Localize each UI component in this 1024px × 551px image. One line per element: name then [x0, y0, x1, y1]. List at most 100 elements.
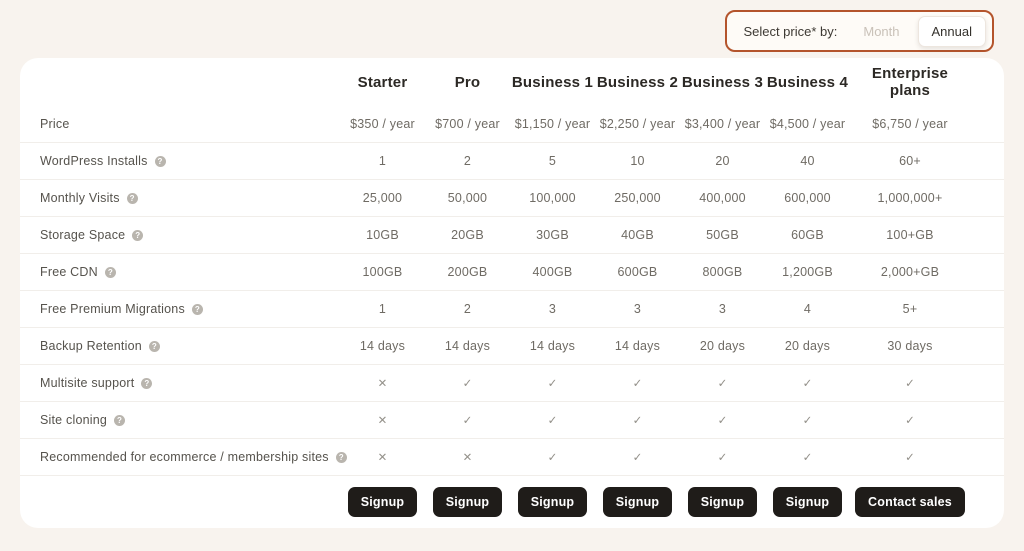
help-icon[interactable]: ? — [127, 193, 138, 204]
plan-value-cell: 20GB — [425, 228, 510, 242]
table-row: Recommended for ecommerce / membership s… — [20, 439, 1004, 476]
check-icon: ✓ — [765, 376, 850, 390]
cta-cell: Signup — [340, 487, 425, 517]
feature-label-cell: Recommended for ecommerce / membership s… — [20, 450, 340, 464]
plan-value-cell: 250,000 — [595, 191, 680, 205]
cross-icon: ✕ — [340, 376, 425, 390]
feature-label: Storage Space — [40, 228, 125, 242]
feature-label: Site cloning — [40, 413, 107, 427]
feature-label-cell: Price — [20, 117, 340, 131]
table-row: Multisite support?✕✓✓✓✓✓✓ — [20, 365, 1004, 402]
plan-value-cell: 600,000 — [765, 191, 850, 205]
plan-value-cell: 60GB — [765, 228, 850, 242]
plan-value-cell: $1,150 / year — [510, 117, 595, 131]
help-icon[interactable]: ? — [132, 230, 143, 241]
table-row: Backup Retention?14 days14 days14 days14… — [20, 328, 1004, 365]
cta-row: Signup Signup Signup Signup Signup Signup Cont… — [20, 476, 1004, 528]
check-icon: ✓ — [510, 450, 595, 464]
contact-sales-button[interactable]: Contact sales — [855, 487, 965, 517]
plan-value-cell: 400GB — [510, 265, 595, 279]
feature-label: Free Premium Migrations — [40, 302, 185, 316]
plan-value-cell: 1,000,000+ — [850, 191, 970, 205]
price-toggle-label: Select price* by: — [743, 24, 837, 39]
plan-value-cell: 30GB — [510, 228, 595, 242]
topbar: Select price* by: Month Annual — [0, 0, 1024, 58]
check-icon: ✓ — [680, 450, 765, 464]
plan-value-cell: 100+GB — [850, 228, 970, 242]
check-icon: ✓ — [595, 413, 680, 427]
check-icon: ✓ — [425, 413, 510, 427]
signup-button[interactable]: Signup — [433, 487, 503, 517]
help-icon[interactable]: ? — [149, 341, 160, 352]
signup-button[interactable]: Signup — [688, 487, 758, 517]
table-row: Storage Space?10GB20GB30GB40GB50GB60GB10… — [20, 217, 1004, 254]
plan-value-cell: 2,000+GB — [850, 265, 970, 279]
help-icon[interactable]: ? — [141, 378, 152, 389]
feature-label-cell: Backup Retention? — [20, 339, 340, 353]
pricing-table: StarterProBusiness 1Business 2Business 3… — [20, 58, 1004, 528]
plan-value-cell: 100GB — [340, 265, 425, 279]
plan-value-cell: $6,750 / year — [850, 117, 970, 131]
check-icon: ✓ — [850, 376, 970, 390]
plan-value-cell: 1 — [340, 154, 425, 168]
cta-cell: Signup — [425, 487, 510, 517]
plan-value-cell: 5+ — [850, 302, 970, 316]
signup-button[interactable]: Signup — [518, 487, 588, 517]
table-row: Site cloning?✕✓✓✓✓✓✓ — [20, 402, 1004, 439]
plan-value-cell: 200GB — [425, 265, 510, 279]
feature-label: Recommended for ecommerce / membership s… — [40, 450, 329, 464]
plan-value-cell: 20 days — [680, 339, 765, 353]
check-icon: ✓ — [850, 413, 970, 427]
table-row: Price$350 / year$700 / year$1,150 / year… — [20, 106, 1004, 143]
check-icon: ✓ — [595, 376, 680, 390]
plan-header-5: Business 3 — [680, 74, 765, 91]
check-icon: ✓ — [510, 376, 595, 390]
help-icon[interactable]: ? — [192, 304, 203, 315]
plan-header-row: StarterProBusiness 1Business 2Business 3… — [20, 58, 1004, 106]
plan-value-cell: 800GB — [680, 265, 765, 279]
table-row: Free CDN?100GB200GB400GB600GB800GB1,200G… — [20, 254, 1004, 291]
feature-label: Multisite support — [40, 376, 134, 390]
plan-header-1: Starter — [340, 74, 425, 91]
plan-header-4: Business 2 — [595, 74, 680, 91]
plan-value-cell: 1,200GB — [765, 265, 850, 279]
help-icon[interactable]: ? — [105, 267, 116, 278]
cta-cell: Signup — [765, 487, 850, 517]
plan-value-cell: 50GB — [680, 228, 765, 242]
plan-header-6: Business 4 — [765, 74, 850, 91]
help-icon[interactable]: ? — [114, 415, 125, 426]
toggle-option-annual[interactable]: Annual — [918, 16, 986, 47]
feature-label-cell: Monthly Visits? — [20, 191, 340, 205]
signup-button[interactable]: Signup — [348, 487, 418, 517]
plan-value-cell: 20 days — [765, 339, 850, 353]
signup-button[interactable]: Signup — [773, 487, 843, 517]
plan-header-7: Enterprise plans — [850, 65, 970, 99]
plan-value-cell: 3 — [680, 302, 765, 316]
plan-value-cell: 4 — [765, 302, 850, 316]
check-icon: ✓ — [510, 413, 595, 427]
plan-value-cell: 2 — [425, 302, 510, 316]
toggle-option-month[interactable]: Month — [863, 24, 899, 39]
plan-value-cell: 20 — [680, 154, 765, 168]
check-icon: ✓ — [680, 413, 765, 427]
signup-button[interactable]: Signup — [603, 487, 673, 517]
cta-cell: Contact sales — [850, 487, 970, 517]
plan-value-cell: 3 — [595, 302, 680, 316]
plan-value-cell: 25,000 — [340, 191, 425, 205]
cta-cell: Signup — [595, 487, 680, 517]
plan-value-cell: 100,000 — [510, 191, 595, 205]
plan-value-cell: 5 — [510, 154, 595, 168]
table-row: Free Premium Migrations?1233345+ — [20, 291, 1004, 328]
check-icon: ✓ — [765, 413, 850, 427]
cross-icon: ✕ — [425, 450, 510, 464]
help-icon[interactable]: ? — [155, 156, 166, 167]
plan-value-cell: 3 — [510, 302, 595, 316]
plan-value-cell: $350 / year — [340, 117, 425, 131]
check-icon: ✓ — [765, 450, 850, 464]
plan-value-cell: 30 days — [850, 339, 970, 353]
cta-cell: Signup — [680, 487, 765, 517]
feature-label-cell: Storage Space? — [20, 228, 340, 242]
check-icon: ✓ — [595, 450, 680, 464]
feature-label: Price — [40, 117, 69, 131]
plan-value-cell: 40GB — [595, 228, 680, 242]
